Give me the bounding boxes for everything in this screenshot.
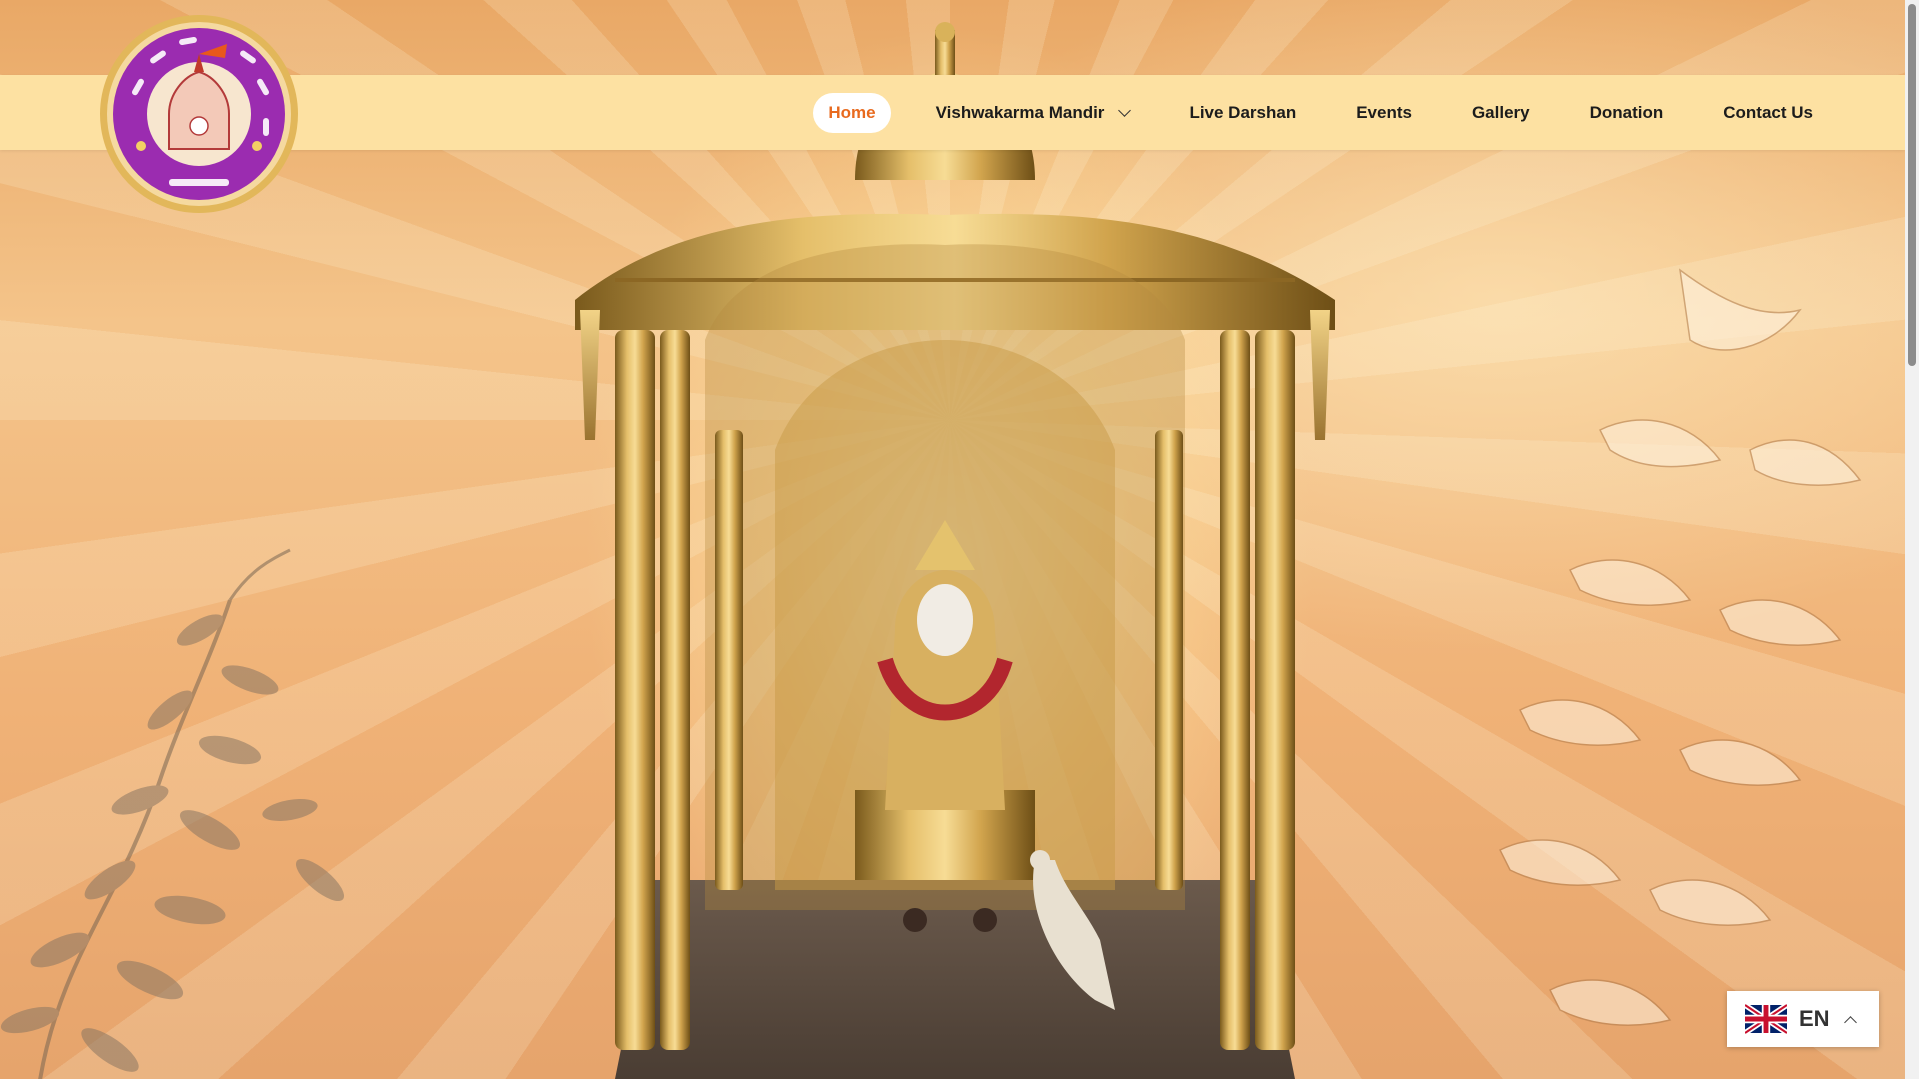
language-code: EN xyxy=(1799,1006,1830,1031)
nav-item-label: Gallery xyxy=(1471,102,1530,122)
scrollbar-thumb[interactable] xyxy=(1908,4,1916,366)
page: Home Vishwakarma Mandir Live Darshan Eve… xyxy=(0,0,1919,1079)
nav-menu: Home Vishwakarma Mandir Live Darshan Eve… xyxy=(798,75,1843,150)
left-foliage-decoration xyxy=(0,548,345,1079)
chevron-down-icon xyxy=(1118,103,1132,117)
nav-item-donation[interactable]: Donation xyxy=(1575,93,1679,133)
site-logo[interactable] xyxy=(99,14,299,214)
nav-item-live-darshan[interactable]: Live Darshan xyxy=(1174,93,1311,133)
nav-item-label: Contact Us xyxy=(1723,102,1813,122)
page-scrollbar[interactable] xyxy=(1905,0,1919,1079)
nav-item-gallery[interactable]: Gallery xyxy=(1457,93,1545,133)
nav-item-contact-us[interactable]: Contact Us xyxy=(1708,93,1828,133)
right-foliage-decoration xyxy=(1498,268,1862,1046)
nav-item-events[interactable]: Events xyxy=(1341,93,1427,133)
uk-flag-icon xyxy=(1745,1004,1787,1034)
nav-item-label: Events xyxy=(1356,102,1412,122)
nav-item-home[interactable]: Home xyxy=(813,92,891,133)
nav-item-label: Donation xyxy=(1589,102,1664,122)
nav-item-label: Live Darshan xyxy=(1189,102,1297,122)
nav-item-label: Vishwakarma Mandir xyxy=(935,102,1105,122)
chevron-up-icon xyxy=(1843,1015,1857,1029)
language-switcher[interactable]: EN xyxy=(1727,991,1879,1047)
temple-shrine-image xyxy=(575,22,1335,1079)
nav-item-vishwakarma-mandir[interactable]: Vishwakarma Mandir xyxy=(921,93,1145,133)
nav-item-label: Home xyxy=(828,102,876,122)
